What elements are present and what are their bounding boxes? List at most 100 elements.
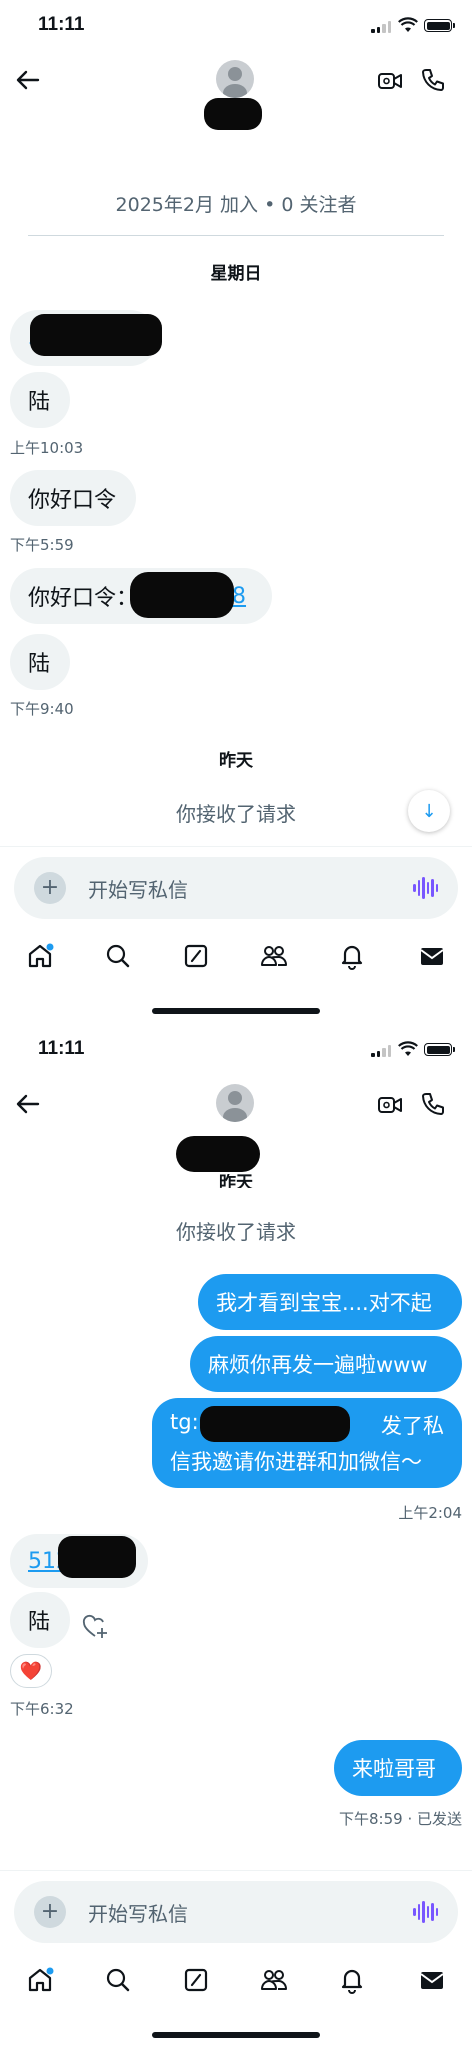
divider xyxy=(28,235,444,236)
wifi-icon xyxy=(398,1041,418,1056)
redacted-name xyxy=(176,1136,260,1172)
composer-placeholder: 开始写私信 xyxy=(88,1902,188,1926)
search-icon xyxy=(106,944,130,968)
redacted-name xyxy=(204,98,262,130)
day-label-text: 昨天 xyxy=(219,1174,253,1188)
status-time: 11:11 xyxy=(38,1038,85,1059)
signal-icon xyxy=(371,1045,391,1057)
tab-messages[interactable] xyxy=(412,936,452,976)
joined-info: 2025年2月 加入 • 0 关注者 xyxy=(115,194,357,216)
divider xyxy=(0,1870,472,1871)
message-text: 陆 xyxy=(28,1610,51,1635)
status-bar: 11:11 xyxy=(0,1024,472,1080)
communities-icon xyxy=(261,1970,287,1990)
heart-icon: ❤️ xyxy=(19,1660,43,1682)
voice-message-icon[interactable] xyxy=(413,1901,438,1923)
message-text: 陆 xyxy=(28,652,51,677)
message-bubble[interactable]: 陆 xyxy=(10,634,70,690)
home-indicator[interactable] xyxy=(152,1008,320,1014)
message-bubble-outgoing[interactable]: 我才看到宝宝....对不起 xyxy=(198,1274,462,1330)
message-bubble[interactable]: 陆 xyxy=(10,1592,70,1648)
accepted-request-notice: 你接收了请求 xyxy=(176,1220,296,1244)
message-text: 你好口令 xyxy=(28,488,117,513)
tab-communities[interactable] xyxy=(254,1960,294,2000)
message-text: 陆 xyxy=(28,390,51,415)
signal-icon xyxy=(371,21,391,33)
add-reaction-icon[interactable] xyxy=(80,1612,110,1642)
tab-communities[interactable] xyxy=(254,936,294,976)
tab-grok[interactable] xyxy=(176,1960,216,2000)
message-bubble[interactable]: 你好口令 xyxy=(10,470,136,526)
message-text: 我才看到宝宝....对不起 xyxy=(216,1291,432,1315)
reaction-badge[interactable]: ❤️ xyxy=(10,1654,52,1688)
home-icon xyxy=(28,1967,54,1992)
message-text: 麻烦你再发一遍啦www xyxy=(208,1353,428,1377)
day-label-sunday: 星期日 xyxy=(210,264,262,284)
day-label-yesterday: 昨天 xyxy=(0,1174,472,1188)
screen-1: 11:11 2025年2月 加入 • 0 关注者 星期日 . 陆 上午10:03… xyxy=(0,0,472,1024)
message-timestamp: 下午6:32 xyxy=(10,1700,74,1718)
day-label-yesterday: 昨天 xyxy=(219,751,253,771)
video-call-icon[interactable] xyxy=(377,70,403,92)
message-timestamp: 上午10:03 xyxy=(10,439,84,457)
messages-icon xyxy=(420,948,444,965)
message-text: 来啦哥哥 xyxy=(352,1757,436,1781)
accepted-request-notice: 你接收了请求 xyxy=(176,802,296,826)
voice-message-icon[interactable] xyxy=(413,877,438,899)
tab-notifications[interactable] xyxy=(332,1960,372,2000)
message-timestamp: 下午9:40 xyxy=(10,700,74,718)
avatar[interactable] xyxy=(216,60,254,98)
message-timestamp: 下午8:59 · 已发送 xyxy=(339,1810,462,1828)
message-bubble[interactable]: 陆 xyxy=(10,372,70,428)
add-attachment-button[interactable]: + xyxy=(34,1896,66,1928)
video-call-icon[interactable] xyxy=(377,1094,403,1116)
search-icon xyxy=(106,1968,130,1992)
tab-grok[interactable] xyxy=(176,936,216,976)
composer-placeholder: 开始写私信 xyxy=(88,878,188,902)
grok-icon xyxy=(184,944,208,968)
status-bar: 11:11 xyxy=(0,0,472,56)
message-text: 发了私 xyxy=(381,1414,444,1438)
notifications-icon xyxy=(341,945,363,970)
scroll-down-button[interactable]: ↓ xyxy=(408,790,450,832)
message-bubble-outgoing[interactable]: 麻烦你再发一遍啦www xyxy=(190,1336,462,1392)
back-arrow-icon[interactable] xyxy=(14,66,42,94)
tab-home[interactable] xyxy=(20,936,60,976)
redacted-content xyxy=(200,1406,350,1442)
home-icon xyxy=(28,943,54,968)
tab-messages[interactable] xyxy=(412,1960,452,2000)
message-text: 你好口令： xyxy=(28,586,139,611)
tab-search[interactable] xyxy=(98,1960,138,2000)
phone-call-icon[interactable] xyxy=(420,67,446,93)
message-text: tg: xyxy=(170,1410,199,1434)
screen-2: 11:11 昨天 你接收了请求 我才看到宝宝....对不起 麻烦你再发一遍啦ww… xyxy=(0,1024,472,2048)
tab-notifications[interactable] xyxy=(332,936,372,976)
tab-bar xyxy=(0,936,472,996)
add-attachment-button[interactable]: + xyxy=(34,872,66,904)
status-time: 11:11 xyxy=(38,14,85,35)
message-text: 信我邀请你进群和加微信～ xyxy=(170,1450,422,1474)
communities-icon xyxy=(261,946,287,966)
messages-icon xyxy=(420,1972,444,1989)
phone-call-icon[interactable] xyxy=(420,1091,446,1117)
message-composer[interactable]: + 开始写私信 xyxy=(14,857,458,919)
message-timestamp: 下午5:59 xyxy=(10,536,74,554)
chat-header xyxy=(0,56,472,136)
redacted-content xyxy=(58,1536,136,1578)
message-bubble-outgoing[interactable]: 来啦哥哥 xyxy=(334,1740,462,1796)
message-composer[interactable]: + 开始写私信 xyxy=(14,1881,458,1943)
battery-icon xyxy=(424,1043,455,1056)
home-indicator[interactable] xyxy=(152,2032,320,2038)
grok-icon xyxy=(184,1968,208,1992)
avatar[interactable] xyxy=(216,1084,254,1122)
notifications-icon xyxy=(341,1969,363,1994)
arrow-down-icon: ↓ xyxy=(421,800,437,822)
tab-bar xyxy=(0,1960,472,2020)
chat-header xyxy=(0,1080,472,1172)
tab-search[interactable] xyxy=(98,936,138,976)
redacted-content xyxy=(30,314,162,356)
divider xyxy=(0,846,472,847)
message-timestamp: 上午2:04 xyxy=(398,1504,462,1522)
tab-home[interactable] xyxy=(20,1960,60,2000)
back-arrow-icon[interactable] xyxy=(14,1090,42,1118)
